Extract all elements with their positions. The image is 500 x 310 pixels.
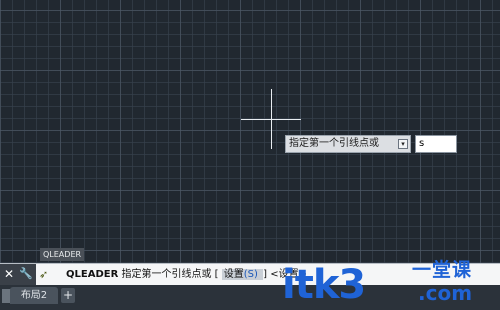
command-name: QLEADER — [66, 269, 119, 280]
tab-layout2[interactable]: 布局2 — [10, 287, 58, 304]
close-icon[interactable]: ✕ — [2, 266, 16, 282]
bracket-close: ] — [263, 269, 267, 280]
option-settings-key: (S) — [243, 269, 258, 280]
wrench-icon[interactable]: 🔧 — [19, 266, 33, 282]
watermark-logo: itk3 一堂课 .com — [282, 255, 500, 310]
watermark-brand: itk3 — [282, 262, 366, 308]
dynamic-prompt-text: 指定第一个引线点或 — [289, 138, 379, 149]
command-icon[interactable]: ➶ — [39, 267, 63, 282]
command-history-tag: QLEADER — [40, 248, 85, 261]
watermark-domain: .com — [418, 281, 473, 305]
watermark-slogan: 一堂课 — [412, 259, 473, 281]
option-settings[interactable]: 设置(S) — [221, 269, 264, 280]
command-prompt: 指定第一个引线点或 — [121, 269, 212, 280]
dynamic-prompt-tooltip: 指定第一个引线点或 ▾ — [285, 135, 411, 153]
options-dropdown-icon[interactable]: ▾ — [398, 139, 408, 149]
command-line-text: QLEADER 指定第一个引线点或 [ 设置(S) ] <设置> — [66, 264, 307, 285]
command-line-controls: ✕ 🔧 — [0, 264, 36, 285]
add-layout-button[interactable]: + — [61, 288, 75, 303]
bracket-open: [ — [214, 269, 219, 280]
crosshair-vertical — [271, 89, 272, 149]
option-settings-label: 设置 — [223, 269, 244, 280]
dynamic-input-field[interactable]: s — [415, 135, 457, 153]
